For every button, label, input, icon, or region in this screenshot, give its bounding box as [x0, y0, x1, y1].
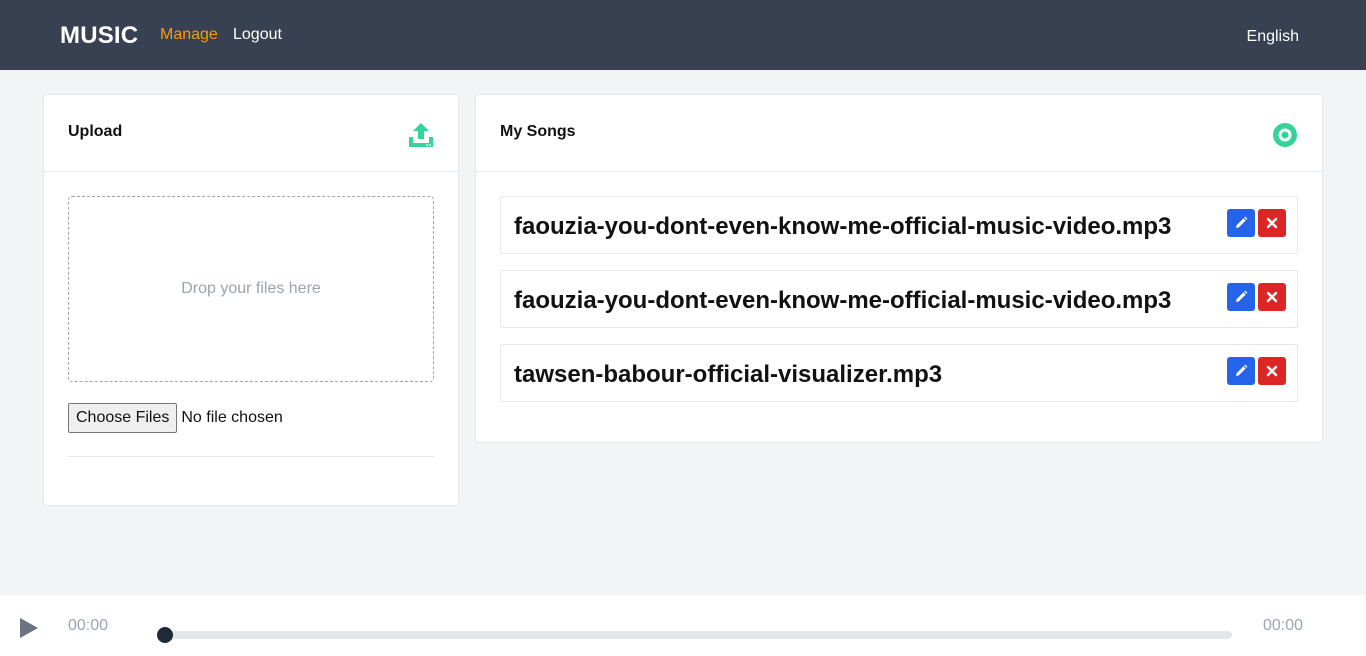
progress-handle[interactable]	[157, 627, 173, 643]
file-dropzone[interactable]: Drop your files here	[68, 196, 434, 382]
upload-card-header: Upload	[44, 95, 458, 172]
dropzone-text: Drop your files here	[181, 280, 321, 297]
delete-song-button[interactable]	[1258, 283, 1286, 311]
current-time: 00:00	[68, 617, 109, 634]
my-songs-card: My Songs faouzia-you-dont-even-know-me-o…	[475, 94, 1323, 443]
choose-files-button[interactable]: Choose Files	[68, 403, 178, 433]
upload-card: Upload Drop your files here Choose Files…	[43, 94, 459, 506]
delete-song-button[interactable]	[1258, 209, 1286, 237]
upload-divider	[68, 456, 434, 457]
songs-title: My Songs	[500, 123, 576, 140]
pencil-icon	[1236, 216, 1248, 228]
song-name: faouzia-you-dont-even-know-me-official-m…	[514, 287, 1172, 314]
edit-song-button[interactable]	[1227, 209, 1255, 237]
delete-song-button[interactable]	[1258, 357, 1286, 385]
progress-track[interactable]	[157, 627, 1232, 643]
song-name: tawsen-babour-official-visualizer.mp3	[514, 361, 943, 388]
duration-time: 00:00	[1262, 617, 1303, 634]
close-icon	[1266, 217, 1278, 229]
file-input: Choose Files No file chosen	[68, 403, 283, 433]
navbar: MUSIC Manage Logout English	[0, 0, 1366, 70]
edit-song-button[interactable]	[1227, 283, 1255, 311]
pencil-icon	[1236, 290, 1248, 302]
audio-player: 00:00 00:00	[0, 595, 1366, 656]
edit-song-button[interactable]	[1227, 357, 1255, 385]
song-list: faouzia-you-dont-even-know-me-official-m…	[500, 196, 1298, 418]
play-icon[interactable]	[18, 617, 40, 639]
disc-icon	[1273, 123, 1297, 147]
song-name: faouzia-you-dont-even-know-me-official-m…	[514, 213, 1172, 240]
nav-manage-link[interactable]: Manage	[160, 26, 218, 44]
nav-logout-link[interactable]: Logout	[233, 26, 282, 44]
upload-icon	[409, 123, 433, 147]
close-icon	[1266, 291, 1278, 303]
song-item: tawsen-babour-official-visualizer.mp3	[500, 344, 1298, 402]
pencil-icon	[1236, 364, 1248, 376]
language-selector[interactable]: English	[1247, 28, 1299, 46]
song-item: faouzia-you-dont-even-know-me-official-m…	[500, 196, 1298, 254]
close-icon	[1266, 365, 1278, 377]
song-item: faouzia-you-dont-even-know-me-official-m…	[500, 270, 1298, 328]
brand-logo[interactable]: MUSIC	[60, 22, 138, 50]
no-file-label: No file chosen	[181, 409, 283, 426]
upload-title: Upload	[68, 123, 123, 140]
songs-card-header: My Songs	[476, 95, 1322, 172]
